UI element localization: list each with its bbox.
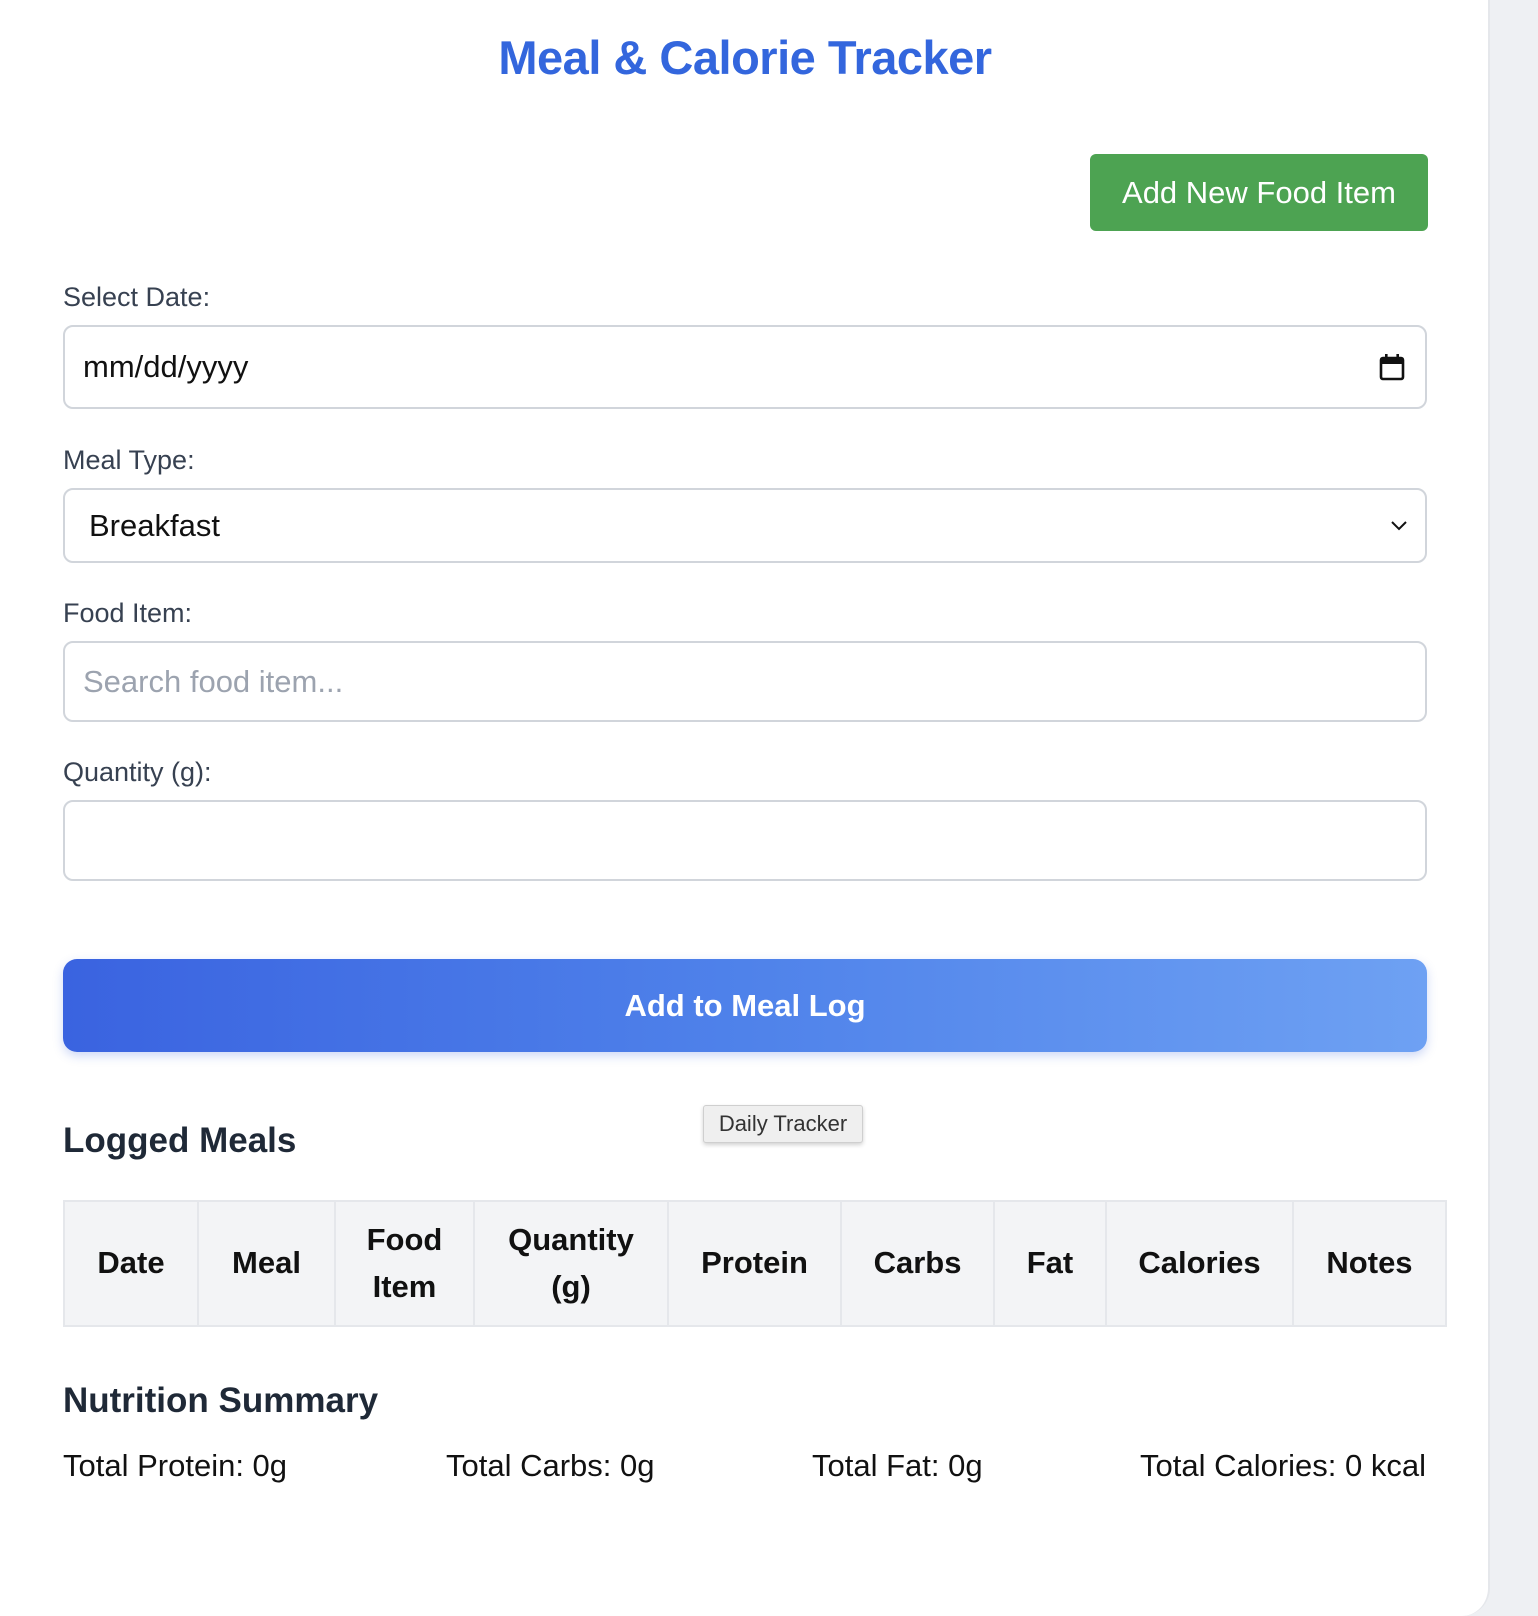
quantity-input[interactable]: [63, 800, 1427, 881]
column-header-date: Date: [63, 1200, 199, 1327]
food-item-search-input[interactable]: [63, 641, 1427, 722]
nutrition-summary-title: Nutrition Summary: [63, 1381, 379, 1420]
calendar-icon[interactable]: [1379, 353, 1405, 381]
column-header-protein: Protein: [667, 1200, 842, 1327]
food-item-label: Food Item:: [63, 598, 193, 628]
column-header-meal: Meal: [197, 1200, 336, 1327]
logged-meals-table: Date Meal Food Item Quantity (g) Protein…: [63, 1200, 1447, 1327]
date-input[interactable]: mm/dd/yyyy: [63, 325, 1427, 409]
add-to-meal-log-button[interactable]: Add to Meal Log: [63, 959, 1427, 1052]
total-protein: Total Protein: 0g: [63, 1448, 288, 1483]
tooltip: Daily Tracker: [703, 1105, 863, 1143]
add-new-food-item-button[interactable]: Add New Food Item: [1090, 154, 1428, 231]
total-fat: Total Fat: 0g: [812, 1448, 983, 1483]
total-carbs: Total Carbs: 0g: [446, 1448, 655, 1483]
column-header-food-item: Food Item: [334, 1200, 475, 1327]
column-header-carbs: Carbs: [840, 1200, 995, 1327]
column-header-quantity: Quantity (g): [473, 1200, 669, 1327]
quantity-label: Quantity (g):: [63, 757, 212, 787]
logged-meals-title: Logged Meals: [63, 1121, 297, 1160]
column-header-calories: Calories: [1105, 1200, 1294, 1327]
meal-type-selected: Breakfast: [89, 507, 220, 543]
chevron-down-icon: [1391, 521, 1407, 531]
page-title: Meal & Calorie Tracker: [498, 31, 992, 84]
table-header-row: Date Meal Food Item Quantity (g) Protein…: [63, 1200, 1447, 1327]
column-header-fat: Fat: [993, 1200, 1107, 1327]
tracker-card: Meal & Calorie Tracker Add New Food Item…: [0, 0, 1490, 1616]
date-label: Select Date:: [63, 282, 211, 312]
meal-type-label: Meal Type:: [63, 445, 195, 475]
total-calories: Total Calories: 0 kcal: [1139, 1448, 1426, 1483]
column-header-notes: Notes: [1292, 1200, 1447, 1327]
meal-type-select[interactable]: Breakfast: [63, 488, 1427, 563]
date-input-text: mm/dd/yyyy: [83, 349, 249, 384]
